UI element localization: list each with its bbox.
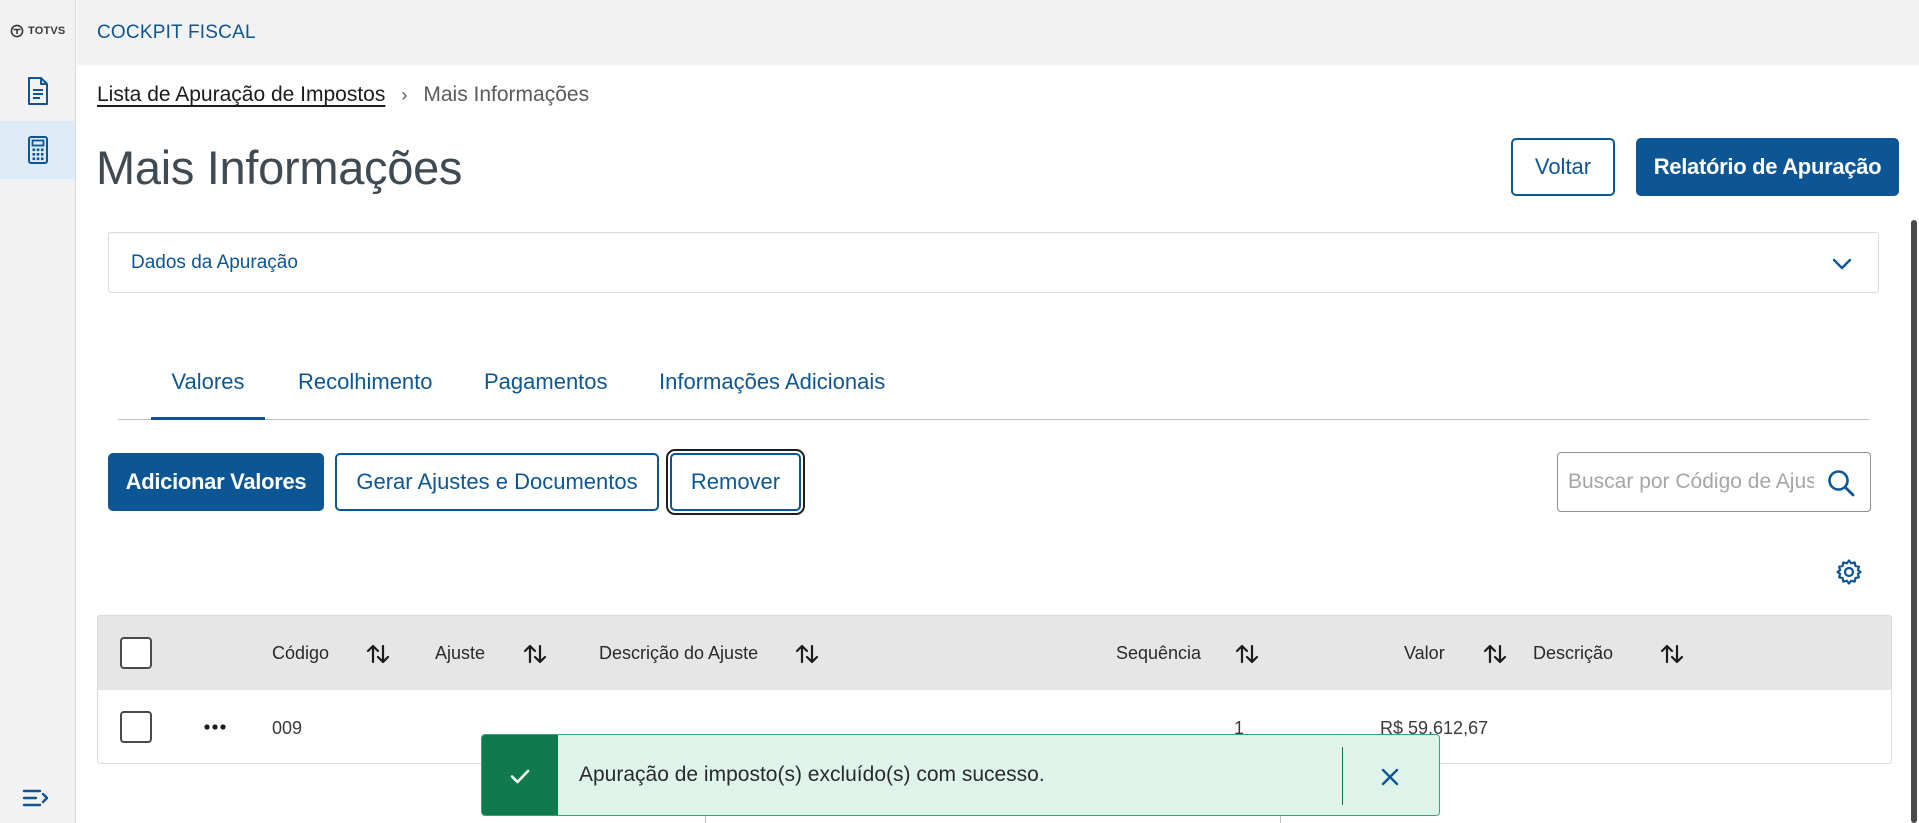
sort-icon[interactable] — [1234, 641, 1260, 667]
search-input[interactable] — [1568, 467, 1814, 497]
check-icon — [510, 769, 530, 784]
column-header-descricao-ajuste[interactable]: Descrição do Ajuste — [599, 643, 758, 664]
totvs-logo: TOTVS — [10, 20, 65, 42]
accordion-label: Dados da Apuração — [131, 252, 298, 273]
remove-button[interactable]: Remover — [666, 449, 805, 515]
tab-informacoes-adicionais[interactable]: Informações Adicionais — [659, 360, 885, 420]
row-checkbox[interactable] — [120, 711, 152, 743]
cell-codigo: 009 — [272, 718, 303, 738]
select-all-checkbox[interactable] — [120, 637, 152, 669]
breadcrumb: Lista de Apuração de Impostos › Mais Inf… — [97, 83, 589, 107]
column-header-valor[interactable]: Valor — [1404, 643, 1445, 664]
document-icon — [27, 77, 48, 105]
success-toast: Apuração de imposto(s) excluído(s) com s… — [481, 734, 1440, 816]
sidebar-item-documents[interactable] — [0, 62, 75, 120]
toast-divider — [1342, 747, 1343, 805]
sort-icon[interactable] — [522, 641, 548, 667]
app-title: COCKPIT FISCAL — [97, 22, 256, 43]
breadcrumb-current: Mais Informações — [423, 83, 590, 106]
tab-pagamentos[interactable]: Pagamentos — [484, 360, 608, 420]
more-horizontal-icon[interactable] — [200, 717, 230, 737]
sidebar-item-calculator[interactable] — [0, 121, 75, 179]
totvs-logo-icon — [10, 24, 24, 38]
close-icon[interactable] — [1378, 765, 1402, 789]
tab-bar: Valores Recolhimento Pagamentos Informaç… — [118, 360, 1869, 420]
column-header-codigo[interactable]: Código — [272, 643, 329, 664]
sidebar: TOTVS — [0, 0, 76, 823]
generate-adjustments-button[interactable]: Gerar Ajustes e Documentos — [335, 453, 659, 511]
column-header-ajuste[interactable]: Ajuste — [435, 643, 485, 664]
tab-recolhimento[interactable]: Recolhimento — [298, 360, 433, 420]
sort-icon[interactable] — [794, 641, 820, 667]
toast-icon-box — [482, 735, 558, 815]
sort-icon[interactable] — [1482, 641, 1508, 667]
gear-icon[interactable] — [1835, 558, 1863, 586]
page-title: Mais Informações — [96, 141, 463, 194]
toast-message: Apuração de imposto(s) excluído(s) com s… — [579, 763, 1045, 786]
search-box — [1557, 452, 1871, 512]
scrollbar[interactable] — [1911, 220, 1917, 823]
top-header: COCKPIT FISCAL — [77, 0, 1919, 65]
breadcrumb-link-parent[interactable]: Lista de Apuração de Impostos — [97, 83, 385, 107]
column-header-sequencia[interactable]: Sequência — [1116, 643, 1201, 664]
collapse-menu-icon[interactable] — [22, 785, 52, 811]
search-icon[interactable] — [1826, 468, 1856, 498]
chevron-down-icon[interactable] — [1830, 252, 1854, 276]
breadcrumb-separator: › — [401, 84, 408, 105]
calculator-icon — [27, 136, 48, 164]
logo-text: TOTVS — [28, 25, 66, 37]
accordion-dados-apuracao[interactable]: Dados da Apuração — [108, 232, 1879, 293]
column-header-descricao[interactable]: Descrição — [1533, 643, 1613, 664]
sort-icon[interactable] — [1659, 641, 1685, 667]
sort-icon[interactable] — [365, 641, 391, 667]
report-button[interactable]: Relatório de Apuração — [1636, 138, 1899, 196]
tab-valores[interactable]: Valores — [151, 360, 265, 420]
table-header: Código Ajuste Descrição do Ajuste Sequên… — [98, 616, 1891, 690]
add-values-button[interactable]: Adicionar Valores — [108, 453, 324, 511]
back-button[interactable]: Voltar — [1511, 138, 1615, 196]
